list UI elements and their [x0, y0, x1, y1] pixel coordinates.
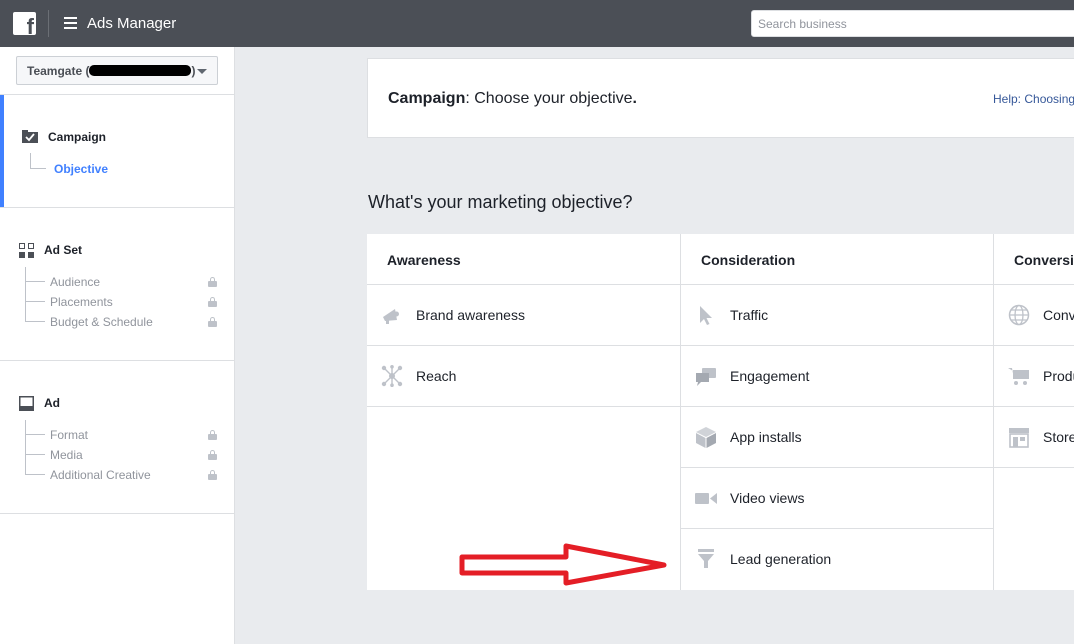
campaign-check-icon [22, 130, 38, 143]
tree-line [25, 454, 45, 455]
account-label-suffix: ) [191, 64, 196, 78]
tree-line [25, 434, 45, 435]
cart-icon [1008, 368, 1029, 385]
objective-video-views[interactable]: Video views [681, 468, 993, 529]
reach-icon [381, 365, 403, 387]
objective-traffic[interactable]: Traffic [681, 285, 993, 346]
lock-icon [208, 277, 217, 287]
tree-line [30, 168, 46, 169]
divider [0, 207, 234, 208]
page-title-period: . [632, 90, 637, 107]
active-indicator [0, 95, 4, 208]
column-conversion: Conversi Conv Produ Store [994, 234, 1074, 590]
section-title-campaign[interactable]: Campaign [48, 130, 106, 144]
objective-label: App installs [730, 429, 802, 445]
objectives-grid: Awareness Brand awareness Reach Consider… [367, 234, 1074, 590]
page-title-bold: Campaign [388, 90, 466, 107]
sidebar-item-budget-schedule[interactable]: Budget & Schedule [50, 315, 153, 329]
column-header-consideration: Consideration [681, 234, 993, 285]
divider [0, 94, 234, 95]
redacted-account-id [89, 65, 192, 76]
section-title-ad[interactable]: Ad [44, 396, 60, 410]
tree-line [30, 153, 31, 169]
divider [48, 10, 49, 37]
divider [0, 360, 234, 361]
objective-label: Lead generation [730, 551, 832, 567]
campaign-header-card: Campaign: Choose your objective. Help: C… [367, 58, 1074, 138]
facebook-logo-icon[interactable]: f [13, 12, 36, 35]
objective-app-installs[interactable]: App installs [681, 407, 993, 468]
objective-label: Produ [1043, 368, 1074, 384]
chat-bubbles-icon [696, 368, 716, 386]
objective-reach[interactable]: Reach [367, 346, 680, 407]
megaphone-icon [383, 309, 399, 324]
tree-line [25, 301, 45, 302]
sidebar-item-media[interactable]: Media [50, 448, 83, 462]
app-title[interactable]: Ads Manager [87, 15, 176, 32]
objective-lead-generation[interactable]: Lead generation [681, 529, 993, 590]
annotation-arrow [459, 543, 667, 586]
sidebar-item-audience[interactable]: Audience [50, 275, 100, 289]
store-icon [1009, 428, 1029, 448]
sidebar-item-placements[interactable]: Placements [50, 295, 113, 309]
search-input[interactable] [751, 10, 1074, 37]
lock-icon [208, 470, 217, 480]
objective-conversions[interactable]: Conv [994, 285, 1074, 346]
objective-label: Traffic [730, 307, 769, 323]
funnel-icon [698, 549, 714, 568]
sidebar-item-objective[interactable]: Objective [54, 162, 108, 176]
objective-label: Brand awareness [416, 307, 525, 323]
lock-icon [208, 450, 217, 460]
lock-icon [208, 297, 217, 307]
tree-line [25, 420, 26, 475]
objective-store-visits[interactable]: Store [994, 407, 1074, 468]
account-label-prefix: Teamgate ( [27, 64, 90, 78]
column-awareness: Awareness Brand awareness Reach [367, 234, 680, 590]
box-icon [696, 427, 716, 448]
divider [0, 513, 234, 514]
menu-icon[interactable] [64, 17, 77, 29]
section-title-ad-set[interactable]: Ad Set [44, 243, 82, 257]
objective-question: What's your marketing objective? [368, 192, 633, 212]
objective-label: Conv [1043, 307, 1074, 323]
objective-label: Video views [730, 490, 805, 506]
top-bar: f Ads Manager [0, 0, 1074, 47]
video-camera-icon [695, 493, 717, 504]
objective-product-catalog[interactable]: Produ [994, 346, 1074, 407]
tree-line [25, 321, 45, 322]
logo-glyph: f [26, 14, 34, 36]
chevron-down-icon [197, 69, 207, 74]
page-title-rest: : Choose your objective [465, 90, 633, 107]
adset-grid-icon [19, 243, 34, 258]
lock-icon [208, 317, 217, 327]
column-consideration: Consideration Traffic Engagement App ins… [681, 234, 993, 590]
sidebar-item-format[interactable]: Format [50, 428, 88, 442]
help-link[interactable]: Help: Choosing [993, 92, 1074, 106]
account-dropdown[interactable]: Teamgate () [16, 56, 218, 85]
objective-label: Store [1043, 429, 1074, 445]
cursor-icon [700, 306, 712, 325]
globe-icon [1008, 304, 1030, 326]
sidebar: Teamgate () Campaign Objective Ad Set Au… [0, 47, 235, 644]
tree-line [25, 281, 45, 282]
page-title: Campaign: Choose your objective. [388, 90, 637, 108]
objective-brand-awareness[interactable]: Brand awareness [367, 285, 680, 346]
ad-layout-icon [19, 396, 34, 411]
tree-line [25, 267, 26, 322]
tree-line [25, 474, 45, 475]
objective-label: Engagement [730, 368, 810, 384]
objective-label: Reach [416, 368, 457, 384]
objective-engagement[interactable]: Engagement [681, 346, 993, 407]
sidebar-item-additional-creative[interactable]: Additional Creative [50, 468, 151, 482]
column-header-awareness: Awareness [367, 234, 680, 285]
column-header-conversion: Conversi [994, 234, 1074, 285]
lock-icon [208, 430, 217, 440]
